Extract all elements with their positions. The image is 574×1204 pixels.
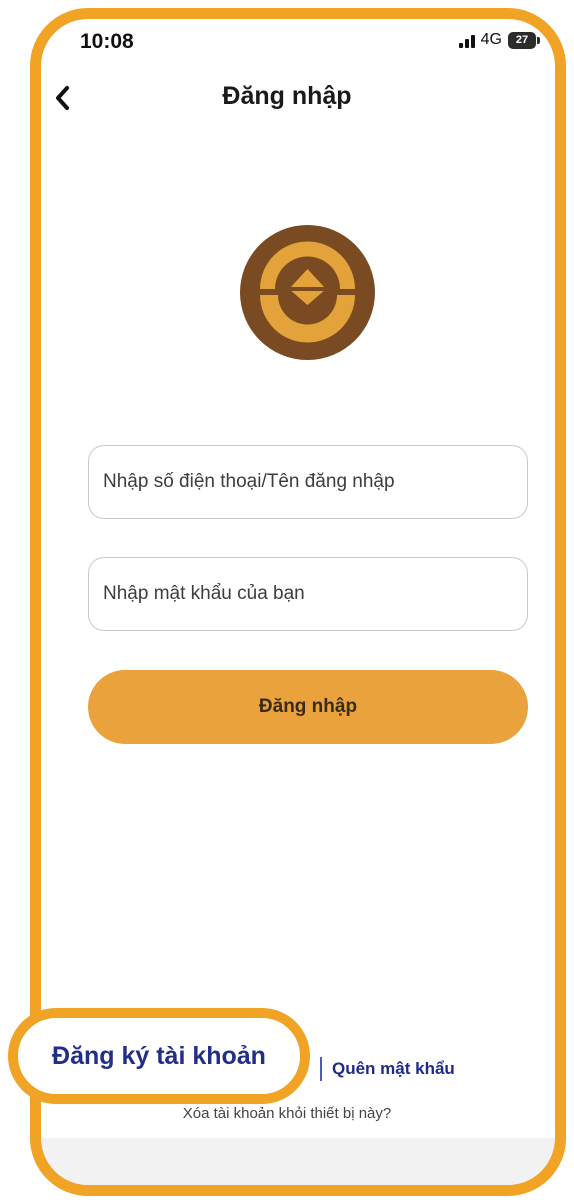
page: 10:08 4G 27 Đăng nhập Đăng nhập Đăng xyxy=(0,0,574,1204)
signal-icon xyxy=(458,33,475,48)
username-input[interactable] xyxy=(101,470,515,494)
app-logo xyxy=(240,225,375,360)
status-time: 10:08 xyxy=(80,30,134,53)
username-field[interactable] xyxy=(88,445,528,519)
password-field[interactable] xyxy=(88,557,528,631)
status-indicators: 4G 27 xyxy=(458,31,540,49)
bottom-strip xyxy=(30,1138,566,1196)
network-type: 4G xyxy=(480,31,502,48)
link-divider xyxy=(320,1057,322,1081)
page-title: Đăng nhập xyxy=(222,82,352,110)
forgot-password-link[interactable]: Quên mật khẩu xyxy=(332,1059,455,1079)
password-input[interactable] xyxy=(101,582,515,606)
login-button[interactable]: Đăng nhập xyxy=(88,670,528,744)
register-highlight: Đăng ký tài khoản xyxy=(8,1008,310,1104)
register-link[interactable]: Đăng ký tài khoản xyxy=(52,1042,266,1071)
battery-icon: 27 xyxy=(508,31,540,49)
remove-account-link[interactable]: Xóa tài khoản khỏi thiết bị này? xyxy=(0,1105,574,1122)
